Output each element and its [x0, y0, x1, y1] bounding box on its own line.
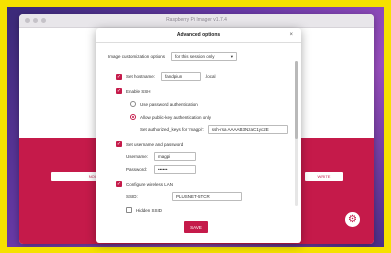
- pubkey-auth-label: Allow public-key authentication only: [140, 114, 212, 120]
- hidden-ssid-checkbox[interactable]: [126, 207, 132, 213]
- window-title: Raspberry Pi Imager v1.7.4: [166, 17, 227, 23]
- advanced-options-dialog: Advanced options × Image customization o…: [96, 28, 301, 243]
- dialog-header: Advanced options ×: [96, 28, 301, 43]
- chevron-down-icon: ▾: [230, 53, 234, 59]
- customization-value: for this session only: [175, 54, 215, 59]
- password-input[interactable]: ••••••: [154, 165, 196, 174]
- hostname-input[interactable]: fandpiun: [161, 72, 202, 81]
- authorized-keys-label: Set authorized_keys for 'magpi':: [140, 127, 204, 132]
- close-icon[interactable]: ×: [289, 32, 293, 38]
- password-auth-radio[interactable]: [130, 101, 136, 107]
- save-button[interactable]: SAVE: [184, 221, 208, 233]
- write-button[interactable]: WRITE: [305, 172, 343, 181]
- wifi-label: Configure wireless LAN: [126, 181, 174, 187]
- ssid-input[interactable]: PLUSNET-5TCR: [172, 192, 242, 201]
- username-label: Username:: [126, 154, 149, 159]
- dialog-title: Advanced options: [176, 32, 221, 38]
- pubkey-auth-radio[interactable]: [130, 114, 136, 120]
- authorized-keys-input[interactable]: ssh-rsa AAAAB3NzaC1yc2E: [207, 125, 288, 134]
- user-checkbox[interactable]: ✓: [116, 141, 122, 147]
- ssh-checkbox[interactable]: ✓: [116, 88, 122, 94]
- title-bar: Raspberry Pi Imager v1.7.4: [19, 14, 374, 28]
- password-label: Password:: [126, 167, 148, 172]
- password-auth-label: Use password authentication: [140, 101, 198, 107]
- customization-label: Image customization options: [108, 54, 166, 59]
- wifi-checkbox[interactable]: ✓: [116, 181, 122, 187]
- hostname-label: Set hostname:: [126, 74, 156, 79]
- ssh-label: Enable SSH: [126, 88, 151, 94]
- scroll-thumb[interactable]: [295, 61, 298, 139]
- dialog-scrollbar[interactable]: [295, 61, 298, 206]
- ssid-label: SSID:: [126, 194, 138, 199]
- username-input[interactable]: magpi: [154, 152, 196, 161]
- settings-gear-icon[interactable]: ⚙: [345, 212, 360, 227]
- user-label: Set username and password: [126, 141, 184, 147]
- hostname-checkbox[interactable]: ✓: [116, 73, 122, 80]
- hidden-ssid-label: Hidden SSID: [136, 207, 163, 213]
- customization-select[interactable]: for this session only ▾: [171, 52, 238, 61]
- hostname-suffix: .local: [205, 74, 216, 79]
